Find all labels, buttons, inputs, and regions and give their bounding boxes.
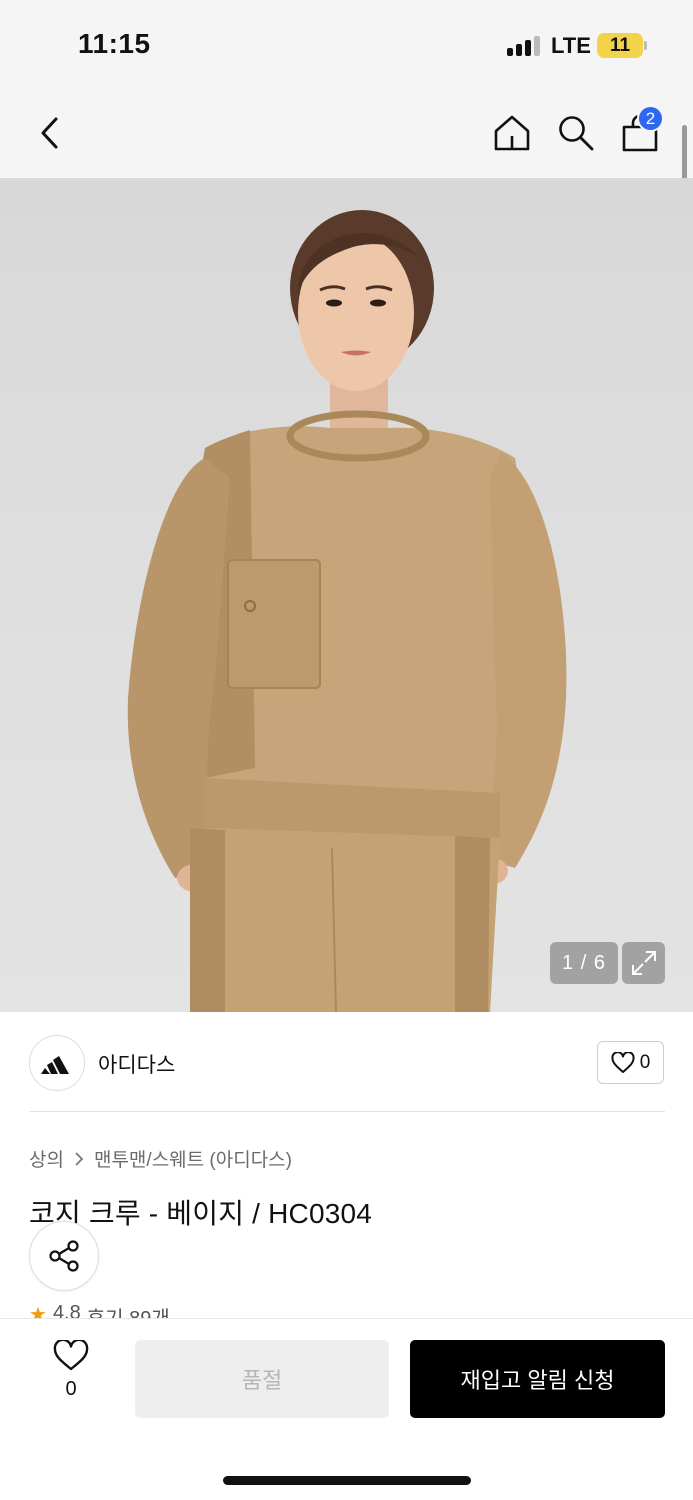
product-photo-illustration bbox=[127, 210, 567, 1012]
soldout-button[interactable]: 품절 bbox=[135, 1340, 389, 1418]
wishlist-count: 0 bbox=[65, 1378, 77, 1400]
rating-value: 4.8 bbox=[52, 1302, 81, 1318]
heart-icon bbox=[53, 1340, 89, 1371]
battery-cap bbox=[644, 41, 647, 50]
battery-level: 11 bbox=[609, 34, 631, 56]
home-indicator bbox=[223, 1476, 471, 1485]
home-icon bbox=[494, 115, 530, 151]
status-time: 11:15 bbox=[78, 28, 151, 59]
signal-icon bbox=[507, 36, 543, 56]
image-counter: 1 / 6 bbox=[550, 942, 618, 984]
expand-image-button[interactable] bbox=[622, 942, 665, 984]
heart-icon bbox=[611, 1051, 635, 1073]
cart-count-badge: 2 bbox=[637, 105, 664, 132]
divider bbox=[29, 1111, 665, 1112]
breadcrumb: 상의 맨투맨/스웨트 (아디다스) bbox=[29, 1145, 292, 1172]
wishlist-button[interactable]: 0 bbox=[46, 1340, 96, 1414]
star-icon: ★ bbox=[29, 1304, 47, 1318]
restock-alert-button[interactable]: 재입고 알림 신청 bbox=[410, 1340, 665, 1418]
home-button[interactable] bbox=[489, 88, 535, 178]
status-bar: 11:15 LTE 11 bbox=[0, 0, 693, 88]
brand-logo[interactable] bbox=[29, 1035, 85, 1091]
breadcrumb-category[interactable]: 상의 bbox=[29, 1145, 64, 1172]
breadcrumb-subcategory[interactable]: 맨투맨/스웨트 (아디다스) bbox=[94, 1145, 292, 1172]
search-icon bbox=[559, 116, 594, 151]
product-image[interactable] bbox=[0, 178, 693, 1012]
adidas-logo bbox=[41, 1056, 69, 1074]
review-count: 후기 89개 bbox=[87, 1302, 170, 1318]
rating-row[interactable]: ★ 4.8 후기 89개 bbox=[29, 1302, 170, 1318]
brand-name[interactable]: 아디다스 bbox=[98, 1049, 175, 1079]
network-type: LTE bbox=[551, 33, 591, 58]
search-button[interactable] bbox=[553, 88, 599, 178]
chevron-right-icon bbox=[75, 1151, 84, 1166]
brand-like-button[interactable]: 0 bbox=[597, 1041, 664, 1084]
nav-bar bbox=[0, 88, 693, 178]
back-button[interactable] bbox=[28, 88, 72, 178]
share-icon bbox=[49, 1240, 79, 1272]
expand-icon bbox=[631, 951, 656, 975]
cart-button[interactable] bbox=[617, 88, 663, 178]
share-button[interactable] bbox=[29, 1221, 99, 1291]
chevron-left-icon bbox=[41, 117, 58, 149]
brand-like-count: 0 bbox=[639, 1051, 651, 1073]
battery-indicator: 11 bbox=[597, 33, 643, 58]
